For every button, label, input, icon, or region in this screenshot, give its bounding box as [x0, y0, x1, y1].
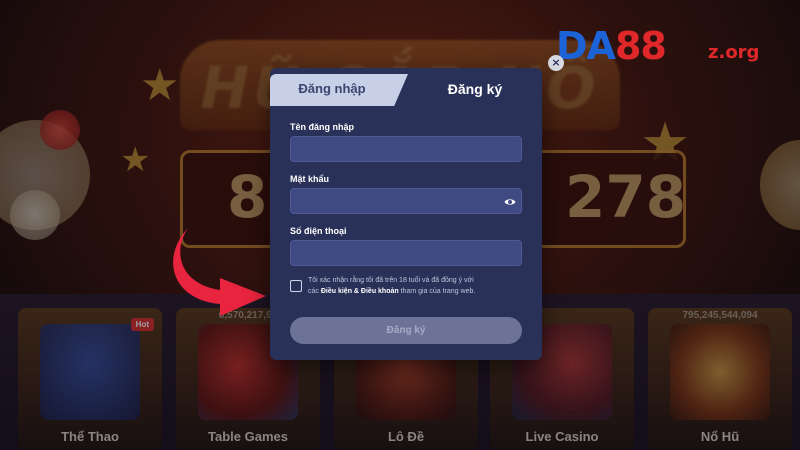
consent-line1: Tôi xác nhận rằng tôi đã trên 18 tuổi và… — [308, 277, 474, 284]
da88-logo: DA88 z.org — [556, 24, 786, 68]
close-modal-button[interactable]: × — [548, 55, 564, 71]
consent-checkbox[interactable] — [290, 280, 302, 292]
username-input[interactable] — [290, 136, 522, 162]
terms-link[interactable]: Điều kiện & Điều khoản — [321, 288, 399, 295]
tab-login-label: Đăng nhập — [298, 81, 366, 96]
logo-domain: z.org — [708, 42, 760, 63]
username-label: Tên đăng nhập — [290, 122, 354, 132]
phone-label: Số điện thoại — [290, 226, 347, 236]
tab-register-label: Đăng ký — [447, 81, 503, 97]
register-submit-button[interactable]: Đăng ký — [290, 317, 522, 344]
register-modal: Đăng nhập Đăng ký Tên đăng nhập Mật khẩu… — [270, 68, 542, 360]
tab-register[interactable]: Đăng ký — [408, 74, 542, 106]
consent-prefix: các — [308, 288, 319, 295]
consent-suffix: tham gia của trang web. — [400, 288, 476, 295]
password-input[interactable] — [290, 188, 522, 214]
password-label: Mật khẩu — [290, 174, 330, 184]
phone-input[interactable] — [290, 240, 522, 266]
close-icon: × — [551, 56, 561, 69]
consent-text: Tôi xác nhận rằng tôi đã trên 18 tuổi và… — [308, 275, 522, 297]
tab-login[interactable]: Đăng nhập — [270, 74, 408, 106]
logo-wordmark: DA88 — [556, 24, 667, 68]
show-password-eye-icon[interactable] — [504, 196, 516, 208]
red-arrow-icon — [173, 228, 266, 316]
